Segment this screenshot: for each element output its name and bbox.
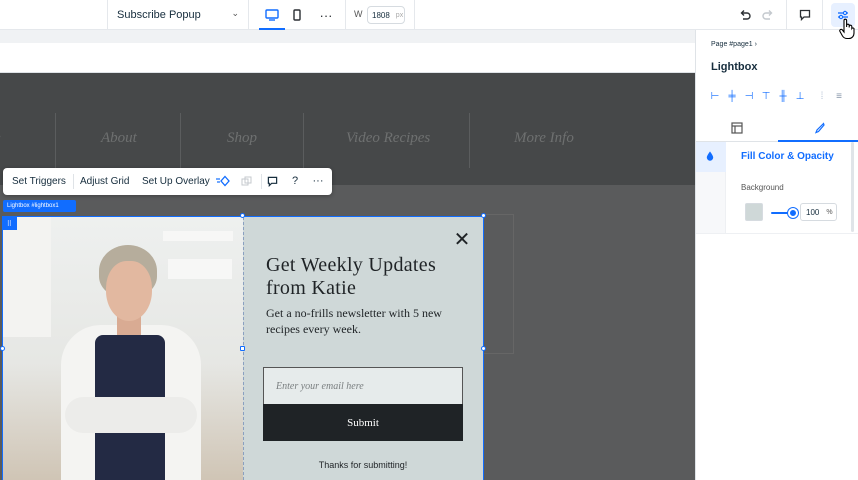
submit-button[interactable]: Submit — [263, 404, 463, 441]
nav-item-home[interactable]: e — [0, 130, 1, 147]
resize-handle-left[interactable] — [0, 346, 5, 351]
breadcrumb[interactable]: Page #page1 › — [711, 41, 757, 48]
toolbar-divider — [786, 0, 787, 30]
page-selector-label: Subscribe Popup — [117, 9, 201, 21]
nav-divider — [180, 113, 181, 168]
undo-icon[interactable] — [735, 5, 755, 25]
align-bottom-icon[interactable]: ⊥ — [793, 90, 807, 104]
width-value: 1808 — [372, 10, 390, 20]
section-title: Fill Color & Opacity — [741, 151, 834, 162]
popup-title: Get Weekly Updates from Katie — [266, 254, 437, 299]
breadcrumb-page: Page #page1 — [711, 41, 753, 48]
comment-icon[interactable] — [263, 172, 281, 190]
element-action-bar: Set Triggers Adjust Grid Set Up Overlay … — [3, 168, 332, 195]
desktop-view-icon[interactable] — [262, 5, 282, 25]
top-toolbar: Subscribe Popup ⌄ ··· W 1808 px — [0, 0, 858, 30]
nav-item-shop[interactable]: Shop — [227, 130, 257, 147]
more-actions-icon[interactable]: ··· — [309, 172, 327, 190]
column-resize-handle[interactable] — [240, 346, 245, 351]
kitchen-shelf — [163, 231, 233, 241]
subscribe-form-panel: ✕ Get Weekly Updates from Katie Get a no… — [243, 217, 483, 480]
animation-icon[interactable] — [214, 172, 232, 190]
alignment-toolbar: ⊢ ╪ ⊣ ⊤ ╫ ⊥ ⁞ ≡ — [708, 90, 853, 104]
toolbar-divider — [107, 0, 108, 30]
distribute-icon[interactable]: ⁞ — [815, 90, 829, 104]
toolbar-divider — [414, 0, 415, 30]
resize-handle-top-right[interactable] — [481, 213, 486, 218]
page-selector[interactable]: Subscribe Popup ⌄ — [117, 0, 243, 30]
align-middle-icon[interactable]: ╫ — [776, 90, 790, 104]
lightbox-label-tag: Lightbox #lightbox1 — [3, 200, 76, 212]
kitchen-window — [3, 217, 51, 337]
hand-cursor-icon — [839, 18, 855, 46]
toolbar-divider — [345, 0, 346, 30]
resize-handle-top[interactable] — [240, 213, 245, 218]
nav-item-video-recipes[interactable]: Video Recipes — [346, 130, 430, 147]
opacity-unit: % — [826, 208, 833, 216]
toolbar-divider — [822, 0, 823, 30]
nav-divider — [469, 113, 470, 168]
chef-face — [106, 261, 152, 321]
active-tab-indicator — [778, 140, 858, 142]
page-header-strip — [0, 43, 695, 73]
mobile-view-icon[interactable] — [287, 5, 307, 25]
fill-drop-icon — [706, 151, 714, 164]
match-size-icon[interactable]: ≡ — [832, 90, 846, 104]
comment-icon[interactable] — [795, 5, 815, 25]
nav-item-about[interactable]: About — [101, 130, 137, 147]
tab-layout[interactable] — [696, 114, 777, 142]
width-label: W — [354, 9, 363, 19]
nav-item-more-info[interactable]: More Info — [514, 130, 574, 147]
chevron-down-icon: ⌄ — [231, 8, 239, 18]
background-label: Background — [741, 183, 784, 192]
brush-icon — [814, 122, 825, 134]
resize-handle-right[interactable] — [481, 346, 486, 351]
actionbar-divider — [73, 174, 74, 189]
redo-icon[interactable] — [758, 5, 778, 25]
align-top-icon[interactable]: ⊤ — [759, 90, 773, 104]
chevron-right-icon: › — [754, 41, 757, 48]
toolbar-divider — [248, 0, 249, 30]
nav-divider — [55, 113, 56, 168]
background-element-outline — [483, 214, 514, 354]
close-icon[interactable]: ✕ — [453, 230, 471, 250]
align-right-icon[interactable]: ⊣ — [742, 90, 756, 104]
width-field[interactable]: 1808 px — [367, 6, 405, 24]
chef-arms — [65, 397, 197, 433]
email-field[interactable] — [263, 367, 463, 405]
opacity-value: 100 — [806, 207, 820, 217]
thanks-message: Thanks for submitting! — [318, 460, 408, 470]
inspector-panel: Page #page1 › Lightbox ⊢ ╪ ⊣ ⊤ ╫ ⊥ ⁞ ≡ F… — [695, 30, 858, 480]
opacity-input[interactable]: 100 % — [800, 203, 837, 221]
align-left-icon[interactable]: ⊢ — [708, 90, 722, 104]
panel-title: Lightbox — [711, 61, 758, 73]
layout-icon — [730, 122, 743, 134]
adjust-grid-button[interactable]: Adjust Grid — [80, 168, 129, 195]
help-icon[interactable]: ? — [286, 172, 304, 190]
popup-subtitle: Get a no-frills newsletter with 5 new re… — [266, 306, 442, 336]
panel-divider — [696, 233, 858, 234]
duplicate-icon[interactable] — [237, 172, 255, 190]
align-center-icon[interactable]: ╪ — [725, 90, 739, 104]
nav-divider — [303, 113, 304, 168]
set-up-overlay-button[interactable]: Set Up Overlay — [142, 168, 210, 195]
set-triggers-button[interactable]: Set Triggers — [12, 168, 66, 195]
width-unit: px — [395, 11, 404, 19]
tab-design[interactable] — [778, 114, 858, 142]
kitchen-cups — [168, 259, 232, 279]
panel-scrollbar[interactable] — [851, 142, 854, 232]
background-color-swatch[interactable] — [745, 203, 763, 221]
panel-tabs — [696, 114, 858, 142]
actionbar-divider — [261, 174, 262, 189]
more-views-icon[interactable]: ··· — [316, 5, 336, 25]
opacity-slider-handle[interactable] — [788, 208, 798, 218]
grid-handle-icon[interactable]: ⠿ — [2, 217, 17, 230]
chef-photo — [3, 217, 243, 480]
